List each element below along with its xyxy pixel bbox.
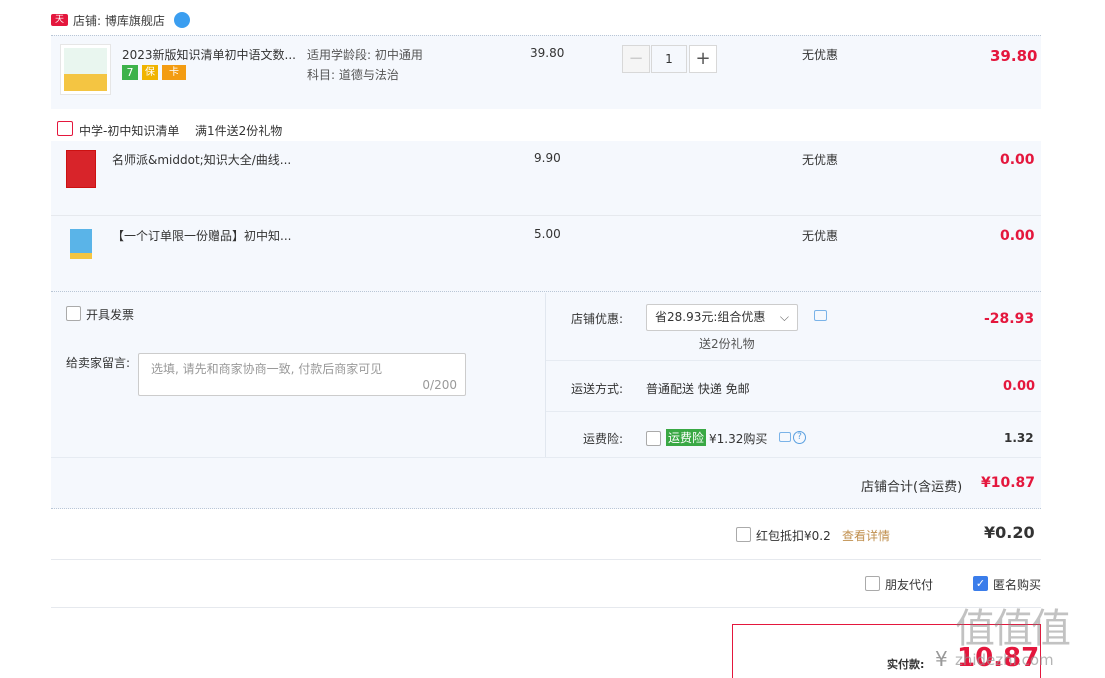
message-icon[interactable] — [814, 310, 827, 321]
insurance-checkbox[interactable] — [646, 431, 661, 446]
card-icon: 卡 — [162, 65, 186, 80]
insurance-tag: 运费险 — [666, 429, 707, 446]
shop-discount-amount: -28.93 — [984, 311, 1035, 327]
pay-label: 实付款: — [887, 658, 925, 671]
watermark-domain: zhidezhi.com — [955, 651, 1054, 669]
gift-item-discount: 无优惠 — [802, 229, 839, 243]
message-icon[interactable] — [779, 432, 791, 442]
redpacket-amount: ¥0.20 — [984, 523, 1035, 542]
gift-thumbnail — [70, 229, 92, 259]
gift-item-price: 9.90 — [534, 151, 561, 165]
gift-item-subtotal: 0.00 — [1000, 228, 1035, 244]
divider — [51, 607, 1041, 608]
shop-discount-label: 店铺优惠: — [571, 312, 624, 326]
friend-pay-label[interactable]: 朋友代付 — [885, 576, 933, 593]
gift-item-title: 名师派&middot;知识大全/曲线... — [112, 153, 292, 167]
gift-thumbnail — [66, 150, 96, 188]
message-placeholder: 选填, 请先和商家协商一致, 付款后商家可见 — [151, 362, 383, 376]
redpacket-checkbox[interactable] — [736, 527, 751, 542]
invoice-label[interactable]: 开具发票 — [86, 306, 134, 323]
gift-item-discount: 无优惠 — [802, 153, 839, 167]
shipping-label: 运送方式: — [571, 382, 624, 396]
gift-promo-rule: 满1件送2份礼物 — [195, 124, 283, 138]
watermark-logo: 值值值 — [955, 606, 1071, 652]
increase-quantity-button[interactable]: + — [689, 45, 717, 73]
item-subtotal: 39.80 — [990, 47, 1038, 65]
redpacket-label: 红包抵扣¥0.2 — [756, 529, 831, 543]
insurance-price: ¥1.32购买 — [709, 432, 768, 446]
shop-discount-selected: 省28.93元:组合优惠 — [655, 310, 766, 324]
shipping-amount: 0.00 — [1003, 379, 1036, 394]
shop-discount-select[interactable]: 省28.93元:组合优惠 ⌵ — [646, 304, 798, 331]
help-icon[interactable]: ? — [793, 431, 806, 444]
message-counter: 0/200 — [422, 378, 457, 392]
insurance-amount: 1.32 — [1004, 431, 1034, 445]
decrease-quantity-button[interactable]: − — [622, 45, 650, 73]
friend-pay-checkbox[interactable] — [865, 576, 880, 591]
shop-total-amount: ¥10.87 — [981, 475, 1036, 491]
shop-discount-note: 送2份礼物 — [699, 337, 755, 351]
divider — [51, 457, 1041, 458]
tmall-badge: 天猫 — [51, 14, 68, 37]
insurance-label: 运费险: — [583, 432, 624, 446]
shipping-method: 普通配送 快递 免邮 — [646, 382, 750, 396]
gift-item-title: 【一个订单限一份赠品】初中知... — [112, 229, 292, 243]
invoice-checkbox[interactable] — [66, 306, 81, 321]
divider — [546, 411, 1041, 412]
pay-currency: ¥ — [935, 647, 948, 671]
product-thumbnail[interactable] — [60, 44, 111, 95]
gift-promo-label: 中学-初中知识清单 — [79, 124, 180, 138]
chat-bubble-icon[interactable] — [174, 12, 190, 28]
anonymous-label[interactable]: 匿名购买 — [993, 576, 1041, 593]
seven-day-return-icon: 7 — [122, 65, 138, 80]
item-spec-subject: 科目: 道德与法治 — [307, 68, 399, 82]
item-price: 39.80 — [530, 46, 565, 60]
divider — [546, 360, 1041, 361]
message-label: 给卖家留言: — [66, 356, 131, 370]
item-title[interactable]: 2023新版知识清单初中语文数... — [122, 46, 302, 63]
shop-total-label: 店铺合计(含运费) — [861, 480, 963, 495]
quantity-input[interactable]: 1 — [651, 45, 687, 73]
gift-item-subtotal: 0.00 — [1000, 152, 1035, 168]
chevron-down-icon: ⌵ — [779, 310, 789, 324]
redpacket-details-link[interactable]: 查看详情 — [842, 527, 890, 544]
gift-item-price: 5.00 — [534, 227, 561, 241]
item-spec-age: 适用学龄段: 初中通用 — [307, 48, 423, 62]
anonymous-checkbox[interactable]: ✓ — [973, 576, 988, 591]
gift-icon — [57, 121, 73, 136]
divider — [545, 293, 546, 457]
divider — [51, 559, 1041, 560]
message-textarea[interactable]: 选填, 请先和商家协商一致, 付款后商家可见 0/200 — [138, 353, 466, 396]
item-discount: 无优惠 — [802, 48, 839, 62]
shop-name[interactable]: 店铺: 博库旗舰店 — [73, 12, 165, 29]
guarantee-icon: 保 — [142, 65, 158, 80]
